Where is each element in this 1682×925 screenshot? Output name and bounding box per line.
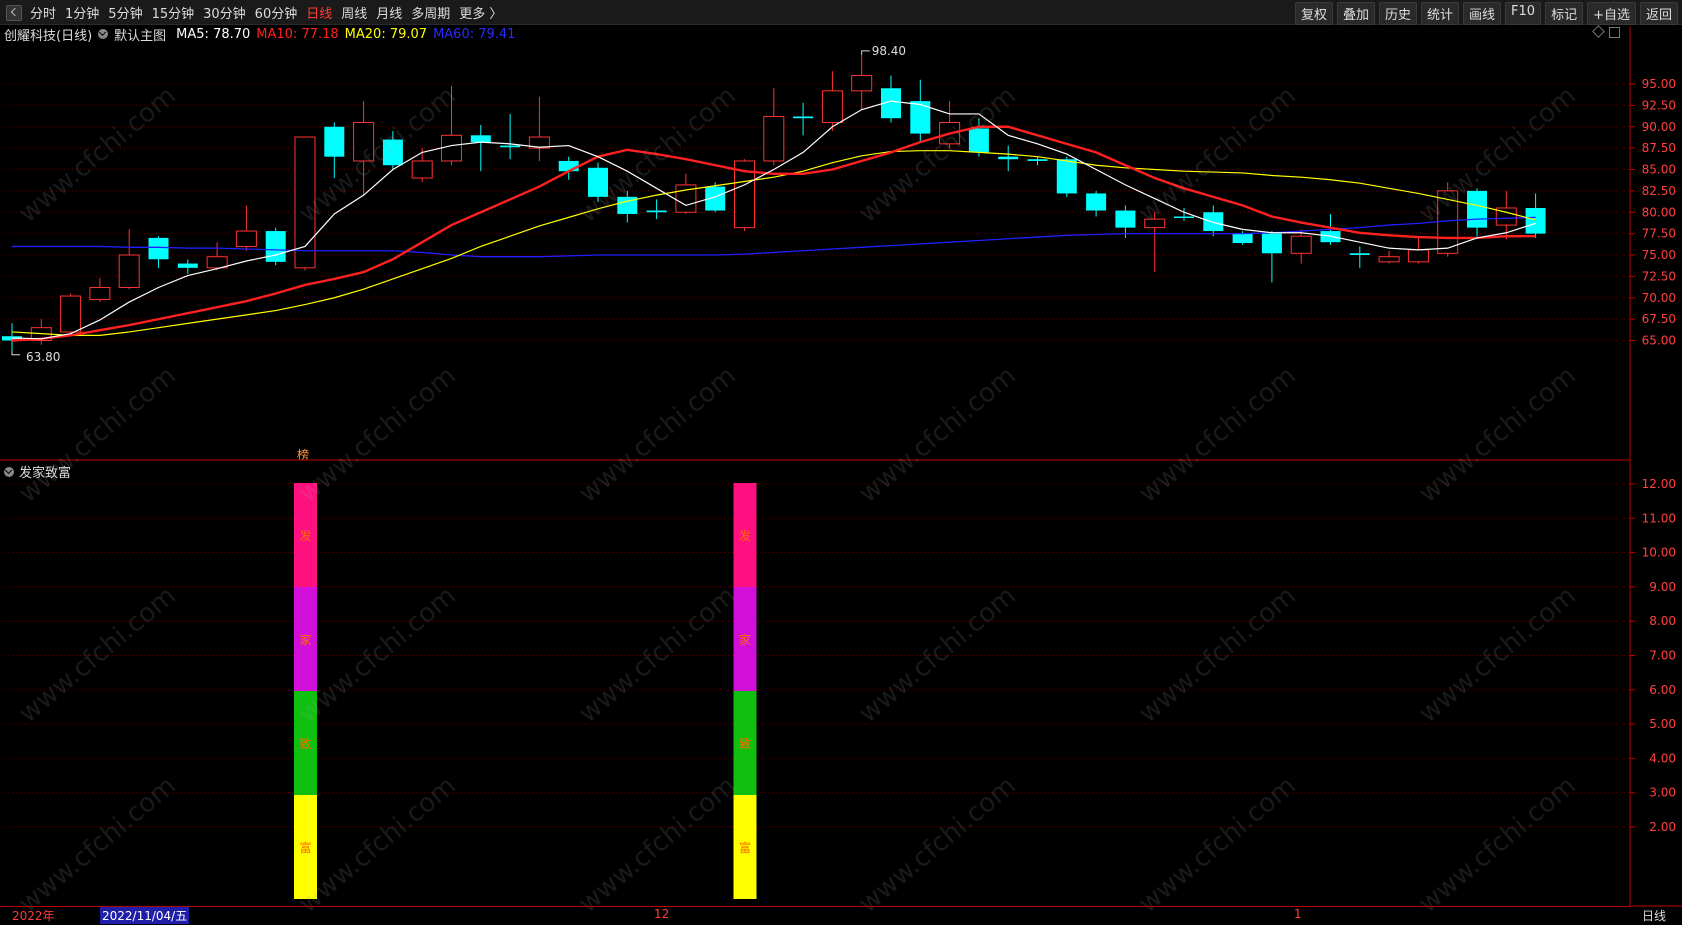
candle-body <box>1203 212 1224 232</box>
candle-body <box>411 160 433 179</box>
price-tick-label: 70.00 <box>1642 291 1676 305</box>
candle-body <box>821 90 843 123</box>
signal-bar-char: 家 <box>739 632 751 647</box>
high-price-label: 98.40 <box>872 44 906 58</box>
indicator-tick-label: 5.00 <box>1649 717 1676 731</box>
indicator-tick-label: 4.00 <box>1649 751 1676 765</box>
signal-bar-char: 发 <box>299 528 311 543</box>
candle-body <box>148 237 169 260</box>
candle-body <box>382 139 403 166</box>
period-label[interactable]: 日线 <box>1642 907 1666 924</box>
indicator-tick-label: 6.00 <box>1649 683 1676 697</box>
signal-bar-char: 富 <box>299 840 311 855</box>
candle-body <box>60 295 82 333</box>
candle-body <box>118 254 140 288</box>
candle-body <box>588 167 608 197</box>
indicator-tick-label: 2.00 <box>1649 820 1676 834</box>
indicator-tick-label: 12.00 <box>1642 477 1676 491</box>
candle-body <box>558 160 579 172</box>
year-label: 2022年 <box>12 909 55 923</box>
low-price-label: 63.80 <box>26 350 60 364</box>
candle-body <box>763 115 785 162</box>
candle-body <box>441 134 462 162</box>
kline-chart[interactable]: 95.00 92.50 90.00 87.50 85.00 82.50 80.00 77.50… <box>0 0 1682 925</box>
candle-body <box>1378 256 1400 263</box>
price-tick-label: 90.00 <box>1642 120 1676 134</box>
candle-body <box>470 135 491 143</box>
candle-body <box>1027 159 1048 161</box>
price-tick-label: 72.50 <box>1642 269 1676 283</box>
price-tick-label: 80.00 <box>1642 205 1676 219</box>
candle-body <box>793 116 814 119</box>
signal-bar-char: 富 <box>739 840 751 855</box>
selected-date: 2022/11/04/五 <box>100 907 190 924</box>
low-pointer <box>11 350 20 356</box>
candle-body <box>1232 233 1253 244</box>
signal-bar-char: 发 <box>739 528 751 543</box>
price-tick-label: 82.50 <box>1642 184 1676 198</box>
price-tick-label: 65.00 <box>1642 334 1676 348</box>
candle-body <box>500 145 521 148</box>
price-tick-label: 85.00 <box>1642 163 1676 177</box>
candle-body <box>353 121 375 162</box>
candle-body <box>1290 235 1312 254</box>
candle-body <box>1349 253 1370 255</box>
candle-body <box>1086 193 1107 211</box>
date-axis <box>0 906 1630 925</box>
price-tick-label: 87.50 <box>1642 141 1676 155</box>
candle-body <box>89 286 111 300</box>
signal-bar-char: 致 <box>739 737 751 751</box>
price-tick-label: 77.50 <box>1642 227 1676 241</box>
indicator-tick-label: 8.00 <box>1649 614 1676 628</box>
candle-body <box>1437 190 1459 254</box>
candle-body <box>646 210 667 213</box>
candle-body <box>177 263 198 268</box>
candle-body <box>235 230 257 247</box>
candle-body <box>206 256 228 269</box>
price-tick-label: 67.50 <box>1642 312 1676 326</box>
signal-bar-char: 致 <box>299 737 311 751</box>
candle-body <box>851 74 873 92</box>
candle-body <box>1174 216 1194 219</box>
candle-body <box>1467 190 1487 228</box>
month-1-label: 1 <box>1294 907 1302 921</box>
candle-body <box>1261 233 1282 254</box>
indicator-tick-label: 11.00 <box>1642 511 1676 525</box>
price-tick-label: 95.00 <box>1642 77 1676 91</box>
indicator-tick-label: 7.00 <box>1649 649 1676 663</box>
candle-body <box>1056 159 1077 194</box>
candle-body <box>324 126 345 157</box>
signal-bar-char: 家 <box>299 632 311 647</box>
indicator-tick-label: 9.00 <box>1649 580 1676 594</box>
candle-body <box>910 101 931 134</box>
candle-body <box>1407 249 1429 263</box>
candle-body <box>998 156 1019 160</box>
candle-body <box>265 231 286 262</box>
high-pointer <box>861 50 870 55</box>
candle-body <box>968 128 989 153</box>
candle-body <box>1525 207 1546 234</box>
price-tick-label: 92.50 <box>1642 98 1676 112</box>
indicator-tick-label: 10.00 <box>1642 546 1676 560</box>
candle-body <box>1144 218 1166 229</box>
indicator-tick-label: 3.00 <box>1649 786 1676 800</box>
price-tick-label: 75.00 <box>1642 248 1676 262</box>
candle-body <box>1115 210 1136 228</box>
month-12-label: 12 <box>654 907 670 921</box>
